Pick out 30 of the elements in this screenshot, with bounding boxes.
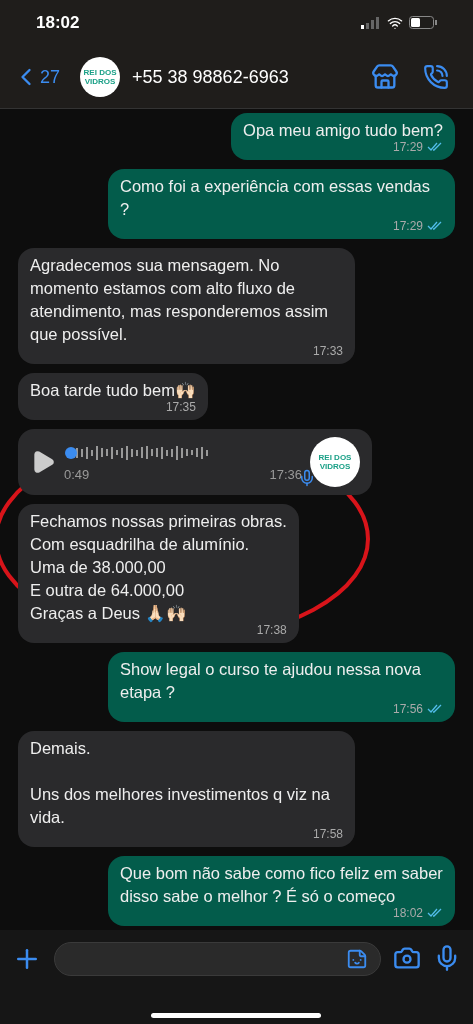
sticker-icon[interactable]	[346, 948, 368, 971]
message-text: Como foi a experiência com essas vendas ?	[120, 176, 431, 221]
store-icon[interactable]	[371, 63, 399, 92]
logo-text: REI DOS VIDROS	[83, 68, 118, 87]
message-time: 17:29	[392, 218, 423, 236]
status-time: 18:02	[36, 12, 80, 35]
message-time: 18:02	[392, 905, 423, 923]
message-time: 17:58	[312, 826, 343, 844]
message-text: Boa tarde tudo bem🙌🏻	[30, 380, 196, 402]
playback-thumb[interactable]	[65, 446, 77, 459]
message-time: 17:56	[392, 701, 423, 719]
contact-name[interactable]: +55 38 98862-6963	[132, 63, 363, 91]
message-time: 17:29	[392, 139, 423, 157]
message-time: 17:38	[256, 622, 287, 640]
back-button[interactable]: 27	[12, 63, 61, 92]
logo-text: REI DOS VIDROS	[318, 453, 352, 472]
message-text: Agradecemos sua mensagem. No momento estamos com alto fluxo de atendimento, mas responderemos assim que possível.	[30, 255, 330, 346]
message-time: 17:33	[312, 343, 343, 361]
voice-duration: 0:49	[64, 465, 90, 484]
message-text: Demais. Uns dos melhores investimentos q viz na vida.	[30, 738, 331, 829]
message-time: 17:35	[165, 399, 196, 417]
message-input-field[interactable]	[54, 942, 381, 977]
signal-icon	[361, 16, 381, 29]
message-text: Fechamos nossas primeiras obras. Com esquadrilha de alumínio. Uma de 38.000,00 E outra de 64.000,00 Graças a Deus 🙏🏻🙌🏻	[30, 511, 287, 625]
message-text: Show legal o curso te ajudou nessa nova etapa ?	[120, 659, 422, 704]
battery-icon	[409, 16, 437, 30]
message-text: Que bom não sabe como fico feliz em saber disso sabe o melhor ? É só o começo	[120, 863, 443, 908]
add-call-icon[interactable]	[423, 64, 449, 91]
message-text: Opa meu amigo tudo bem?	[243, 120, 443, 142]
message-time: 17:36	[269, 465, 302, 484]
